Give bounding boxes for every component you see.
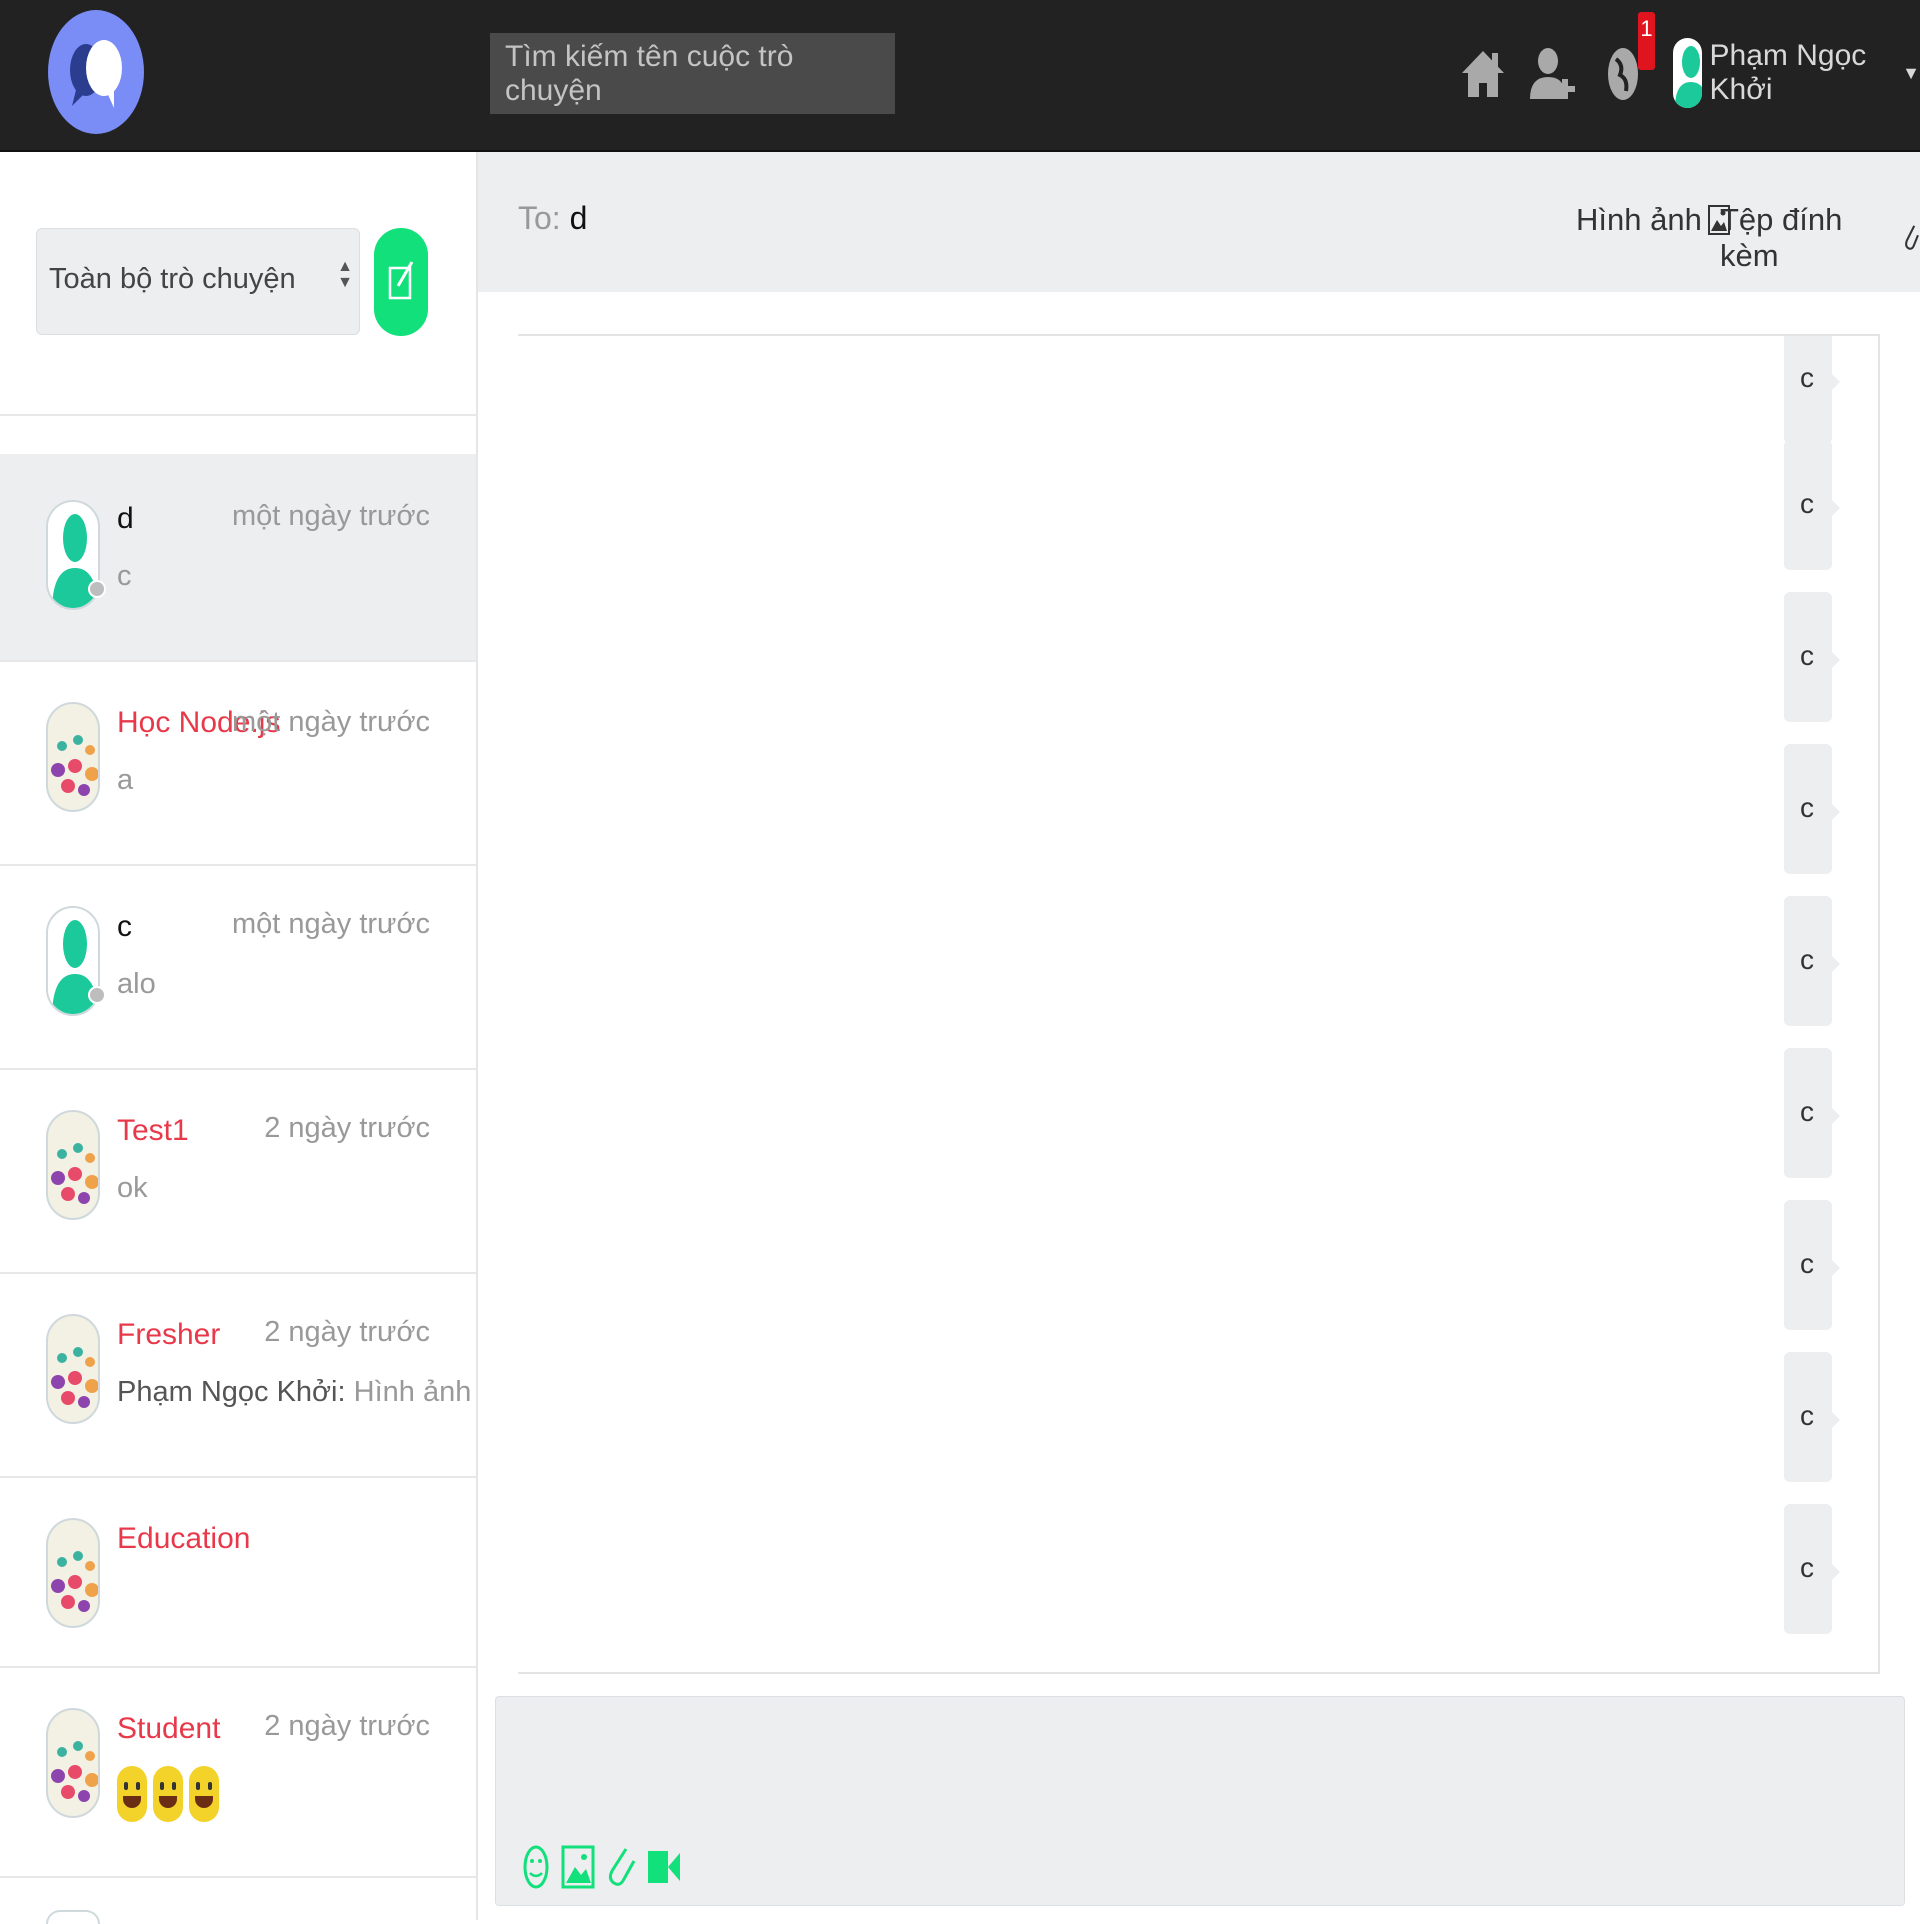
app-logo[interactable] xyxy=(48,10,144,134)
grinning-emoji-icon xyxy=(189,1766,219,1822)
chevron-down-icon: ▼ xyxy=(1902,62,1920,83)
conversation-last-message: ok xyxy=(117,1172,148,1204)
conversation-time: một ngày trước xyxy=(232,706,430,738)
message-bubble: c xyxy=(1784,1352,1840,1482)
message-bubble: c xyxy=(1784,744,1840,874)
message-bubble: c xyxy=(1784,592,1840,722)
message-bubble: c xyxy=(1784,1200,1840,1330)
conversation-name: d xyxy=(117,502,134,535)
conversation-last-message: a xyxy=(117,764,134,796)
filter-value: Toàn bộ trò chuyện xyxy=(49,263,296,295)
attachments-label: Tệp đính kèm xyxy=(1720,202,1843,273)
emoji-icon[interactable] xyxy=(518,1843,554,1891)
grinning-emoji-icon xyxy=(117,1766,147,1822)
message-bubble: c xyxy=(1784,1048,1840,1178)
message-composer[interactable] xyxy=(495,1696,1905,1906)
conversation-last-message xyxy=(117,1766,225,1822)
conversation-last-message: Phạm Ngọc Khởi: Hình ảnh xyxy=(117,1376,471,1409)
conversation-time: 2 ngày trước xyxy=(264,1112,430,1144)
to-prefix: To: xyxy=(518,200,561,236)
user-menu[interactable]: Phạm Ngọc Khởi ▼ xyxy=(1673,38,1920,108)
top-navbar: Tìm kiếm tên cuộc trò chuyện 1 Phạm Ngọc… xyxy=(0,0,1920,152)
conversation-item-fresher[interactable]: Fresher 2 ngày trước Phạm Ngọc Khởi: Hìn… xyxy=(0,1274,476,1478)
conversation-item-hoc-nodejs[interactable]: Học Node.js một ngày trước a xyxy=(0,662,476,866)
paperclip-icon[interactable] xyxy=(604,1843,640,1891)
group-avatar xyxy=(46,1910,100,1924)
home-icon[interactable] xyxy=(1458,45,1508,103)
message-list[interactable]: c c c c c c c c c xyxy=(518,334,1880,1674)
image-icon[interactable] xyxy=(560,1843,596,1891)
user-name: Phạm Ngọc Khởi xyxy=(1709,39,1867,106)
chat-header: To: d Hình ảnh Tệp đính kèm xyxy=(478,152,1920,292)
conversation-name: Fresher xyxy=(117,1318,221,1351)
message-bubble: c xyxy=(1784,896,1840,1026)
conversation-item-c[interactable]: c một ngày trước alo xyxy=(0,866,476,1070)
message-bubble: c xyxy=(1784,440,1840,570)
chat-bubbles-icon xyxy=(70,40,122,108)
images-link[interactable]: Hình ảnh xyxy=(1576,202,1730,238)
conversation-time: một ngày trước xyxy=(232,500,430,532)
group-avatar xyxy=(46,1314,100,1424)
video-icon[interactable] xyxy=(646,1843,682,1891)
group-avatar xyxy=(46,1110,100,1220)
conversation-filter-select[interactable]: Toàn bộ trò chuyện ▲ ▼ xyxy=(36,228,360,335)
conversation-name: Student xyxy=(117,1712,221,1745)
conversation-last-message: alo xyxy=(117,968,156,1000)
recipient-label: To: d xyxy=(518,200,587,237)
divider xyxy=(0,414,478,416)
conversation-item-test1[interactable]: Test1 2 ngày trước ok xyxy=(0,1070,476,1274)
notification-badge: 1 xyxy=(1638,12,1655,70)
message-bubble: c xyxy=(1784,336,1840,444)
conversation-time: 2 ngày trước xyxy=(264,1710,430,1742)
message-bubble: c xyxy=(1784,1504,1840,1634)
group-avatar xyxy=(46,1518,100,1628)
conversation-sidebar: Toàn bộ trò chuyện ▲ ▼ d một ngày trước c xyxy=(0,152,478,1924)
offline-status-dot xyxy=(88,986,106,1004)
attachments-link[interactable]: Tệp đính kèm xyxy=(1720,202,1920,274)
grinning-emoji-icon xyxy=(153,1766,183,1822)
conversation-name: Test1 xyxy=(117,1114,189,1147)
add-user-icon[interactable] xyxy=(1528,45,1578,103)
paperclip-icon xyxy=(1905,225,1920,250)
conversation-item-education[interactable]: Education xyxy=(0,1478,476,1668)
new-conversation-button[interactable] xyxy=(374,228,428,336)
last-message-sender: Phạm Ngọc Khởi: xyxy=(117,1376,346,1408)
select-arrows-icon: ▲ ▼ xyxy=(337,258,353,291)
images-label: Hình ảnh xyxy=(1576,202,1702,237)
conversation-name: c xyxy=(117,910,132,943)
conversation-item-d[interactable]: d một ngày trước c xyxy=(0,454,476,662)
group-avatar xyxy=(46,1708,100,1818)
conversation-time: 2 ngày trước xyxy=(264,1316,430,1348)
conversation-name: Education xyxy=(117,1522,251,1555)
conversation-item-student[interactable]: Student 2 ngày trước xyxy=(0,1668,476,1878)
last-message-text: Hình ảnh xyxy=(353,1376,472,1408)
search-input[interactable]: Tìm kiếm tên cuộc trò chuyện xyxy=(490,33,895,114)
conversation-time: một ngày trước xyxy=(232,908,430,940)
recipient-name: d xyxy=(569,200,588,236)
group-avatar xyxy=(46,702,100,812)
user-avatar xyxy=(1673,38,1702,108)
offline-status-dot xyxy=(88,580,106,598)
compose-icon xyxy=(388,261,414,300)
conversation-last-message: c xyxy=(117,560,132,592)
